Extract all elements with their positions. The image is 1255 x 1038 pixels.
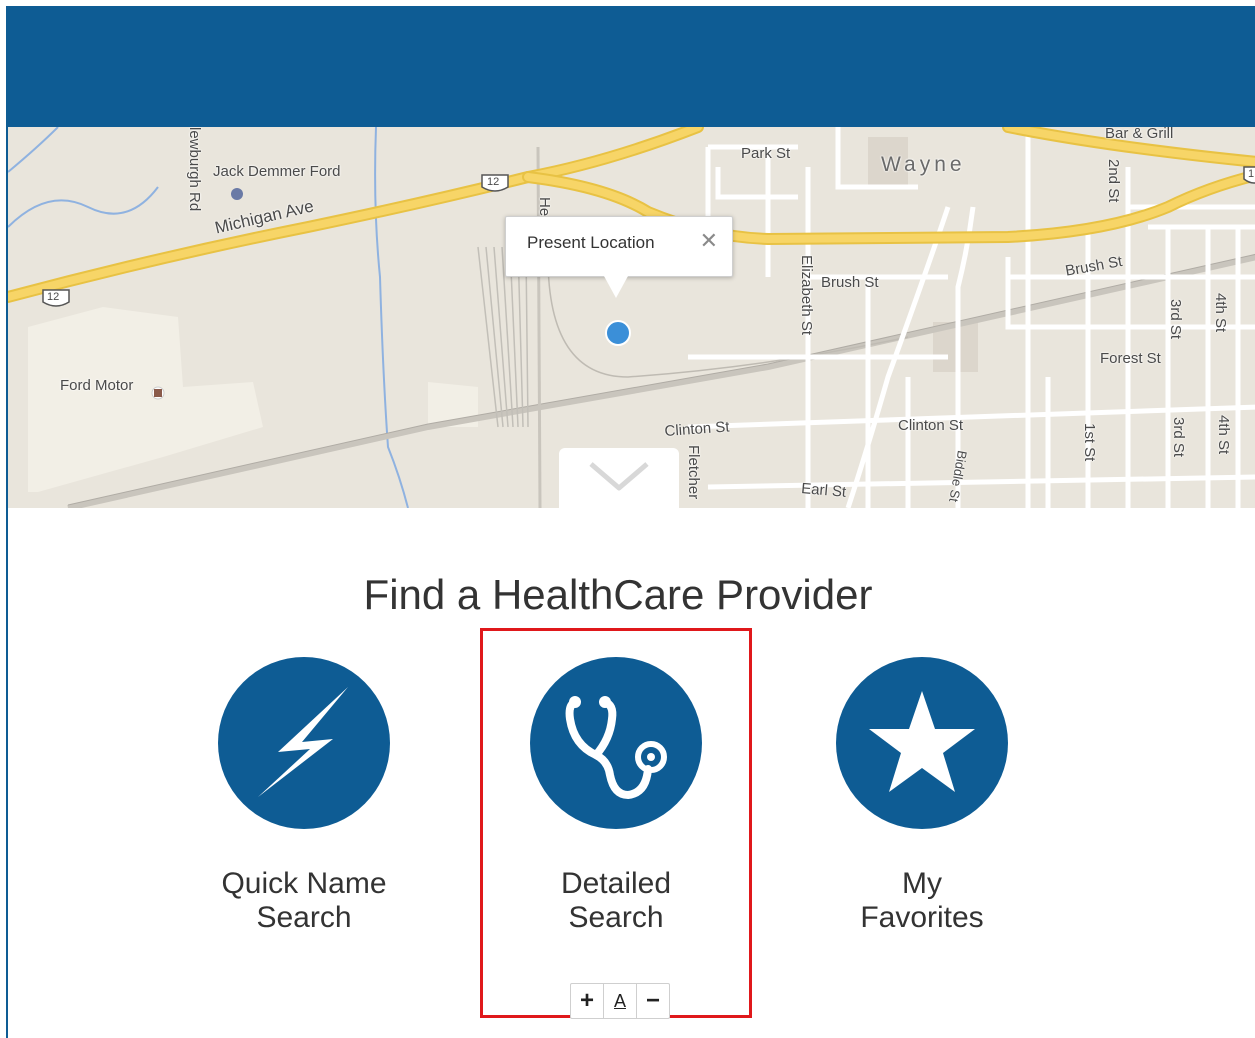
font-reset-button[interactable]: A — [604, 984, 637, 1018]
star-icon — [869, 691, 975, 792]
map-label-2nd-st: 2nd St — [1105, 159, 1122, 203]
map-label-bar-grill: Bar & Grill — [1105, 127, 1174, 142]
map-label-ford-motor: Ford Motor — [60, 377, 134, 394]
tile-label-line: My — [902, 867, 942, 900]
quick-name-search-button[interactable] — [218, 657, 390, 829]
tile-label-line: Favorites — [860, 901, 984, 934]
us12-shield-label: 1 — [1248, 168, 1255, 180]
map-label-park-st: Park St — [741, 145, 791, 162]
lightning-bolt-icon — [258, 687, 348, 797]
map-label-4th-st: 4th St — [1215, 415, 1232, 455]
map-label-brush-st: Brush St — [821, 274, 879, 291]
map-label-3rd-st: 3rd St — [1167, 299, 1184, 340]
tile-label-line: Quick Name — [221, 867, 387, 900]
my-favorites-button[interactable] — [836, 657, 1008, 829]
font-decrease-button[interactable]: − — [637, 984, 669, 1018]
app-frame: 12 12 1 Jack Demmer Ford Michigan Ave le… — [6, 6, 1255, 1038]
map-label-clinton-st: Clinton St — [898, 417, 964, 434]
font-increase-button[interactable]: + — [571, 984, 604, 1018]
chevron-down-icon — [589, 462, 649, 491]
quick-name-search-tile[interactable]: Quick Name Search — [184, 657, 424, 935]
selection-highlight — [480, 628, 752, 1018]
tile-label-line: Search — [256, 901, 352, 934]
map-collapse-toggle[interactable] — [559, 448, 679, 508]
map-label-jack-demmer: Jack Demmer Ford — [213, 163, 341, 180]
popup-text: Present Location — [527, 233, 655, 252]
map-label-wayne: Wayne — [881, 153, 966, 176]
map-label-elizabeth-st: Elizabeth St — [798, 255, 815, 336]
page-title: Find a HealthCare Provider — [363, 571, 873, 618]
location-popup: Present Location ✕ — [505, 216, 733, 298]
tile-label: Quick Name Search — [184, 867, 424, 935]
header-bar — [8, 8, 1255, 127]
map-label-forest-st: Forest St — [1100, 350, 1161, 367]
present-location-marker[interactable] — [605, 320, 631, 346]
map-label-newburgh: lewburgh Rd — [186, 127, 203, 212]
tile-label: My Favorites — [802, 867, 1042, 935]
map-label-3rd-st: 3rd St — [1170, 417, 1187, 458]
my-favorites-tile[interactable]: My Favorites — [802, 657, 1042, 935]
map-label-4th-st: 4th St — [1212, 293, 1229, 333]
close-icon[interactable]: ✕ — [700, 228, 718, 254]
map[interactable]: 12 12 1 Jack Demmer Ford Michigan Ave le… — [8, 127, 1255, 508]
font-size-controls: + A − — [570, 983, 670, 1019]
us12-shield-label: 12 — [47, 291, 60, 303]
map-label-fletcher: Fletcher — [685, 445, 702, 500]
us12-shield-label: 12 — [487, 176, 500, 188]
map-label-1st-st: 1st St — [1081, 423, 1098, 462]
map-label-he: He — [536, 197, 553, 217]
